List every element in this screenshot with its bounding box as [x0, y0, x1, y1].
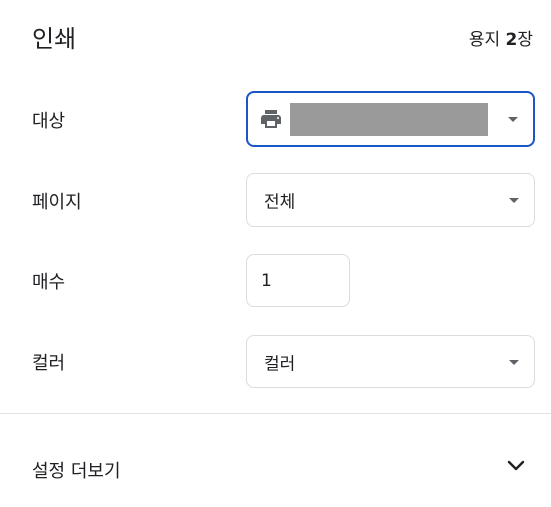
more-settings-label: 설정 더보기 — [32, 461, 121, 482]
destination-label: 대상 — [32, 111, 66, 132]
sheet-count-prefix: 용지 — [468, 30, 506, 50]
color-label: 컬러 — [32, 353, 66, 374]
printer-icon — [261, 110, 281, 128]
chevron-down-icon — [509, 198, 519, 203]
copies-value: 1 — [261, 270, 272, 291]
color-value: 컬러 — [264, 354, 296, 374]
sheet-count-suffix: 장 — [517, 30, 533, 50]
more-settings-toggle[interactable]: 설정 더보기 — [0, 414, 551, 507]
sheet-count: 용지 2장 — [469, 25, 533, 50]
redacted-printer-name — [290, 103, 488, 136]
copies-label: 매수 — [32, 272, 66, 293]
pages-value: 전체 — [264, 192, 296, 213]
print-header: 인쇄 용지 2장 — [0, 0, 551, 70]
chevron-down-icon[interactable] — [507, 460, 525, 472]
page-title: 인쇄 — [32, 25, 77, 53]
copies-input[interactable]: 1 — [246, 254, 350, 307]
pages-label: 페이지 — [32, 192, 82, 213]
destination-select[interactable] — [246, 91, 535, 147]
sheet-count-number: 2 — [505, 30, 518, 50]
pages-select[interactable]: 전체 — [246, 173, 535, 227]
color-select[interactable]: 컬러 — [246, 335, 535, 388]
chevron-down-icon — [508, 117, 518, 122]
chevron-down-icon — [509, 359, 519, 365]
